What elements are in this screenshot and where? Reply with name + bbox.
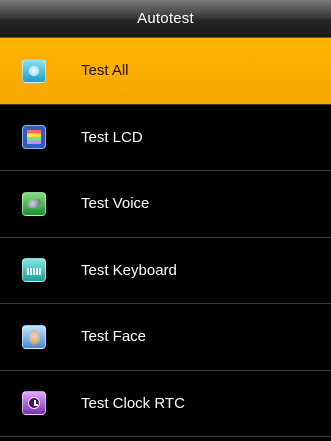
clock-icon	[22, 391, 46, 416]
menu-item-test-all[interactable]: Test All	[0, 38, 331, 105]
autotest-menu: Test All Test LCD Test Voice Test Keyboa…	[0, 38, 331, 437]
page-title: Autotest	[137, 10, 194, 27]
keyboard-icon	[22, 258, 46, 283]
menu-item-label: Test LCD	[81, 128, 143, 146]
menu-item-label: Test Clock RTC	[81, 394, 185, 412]
lcd-icon	[22, 125, 46, 150]
menu-item-test-keyboard[interactable]: Test Keyboard	[0, 238, 331, 304]
title-bar: Autotest	[0, 0, 331, 38]
menu-item-label: Test All	[81, 62, 129, 80]
menu-item-label: Test Keyboard	[81, 261, 177, 279]
menu-item-test-lcd[interactable]: Test LCD	[0, 105, 331, 171]
autotest-screen: Autotest Test All Test LCD Test Voice Te…	[0, 0, 331, 441]
menu-item-label: Test Voice	[81, 195, 150, 213]
menu-item-test-clock-rtc[interactable]: Test Clock RTC	[0, 371, 331, 437]
menu-item-label: Test Face	[81, 328, 147, 346]
menu-item-test-face[interactable]: Test Face	[0, 304, 331, 371]
menu-item-test-voice[interactable]: Test Voice	[0, 171, 331, 238]
speaker-icon	[22, 191, 46, 216]
face-icon	[22, 324, 46, 349]
test-all-icon	[22, 58, 46, 83]
